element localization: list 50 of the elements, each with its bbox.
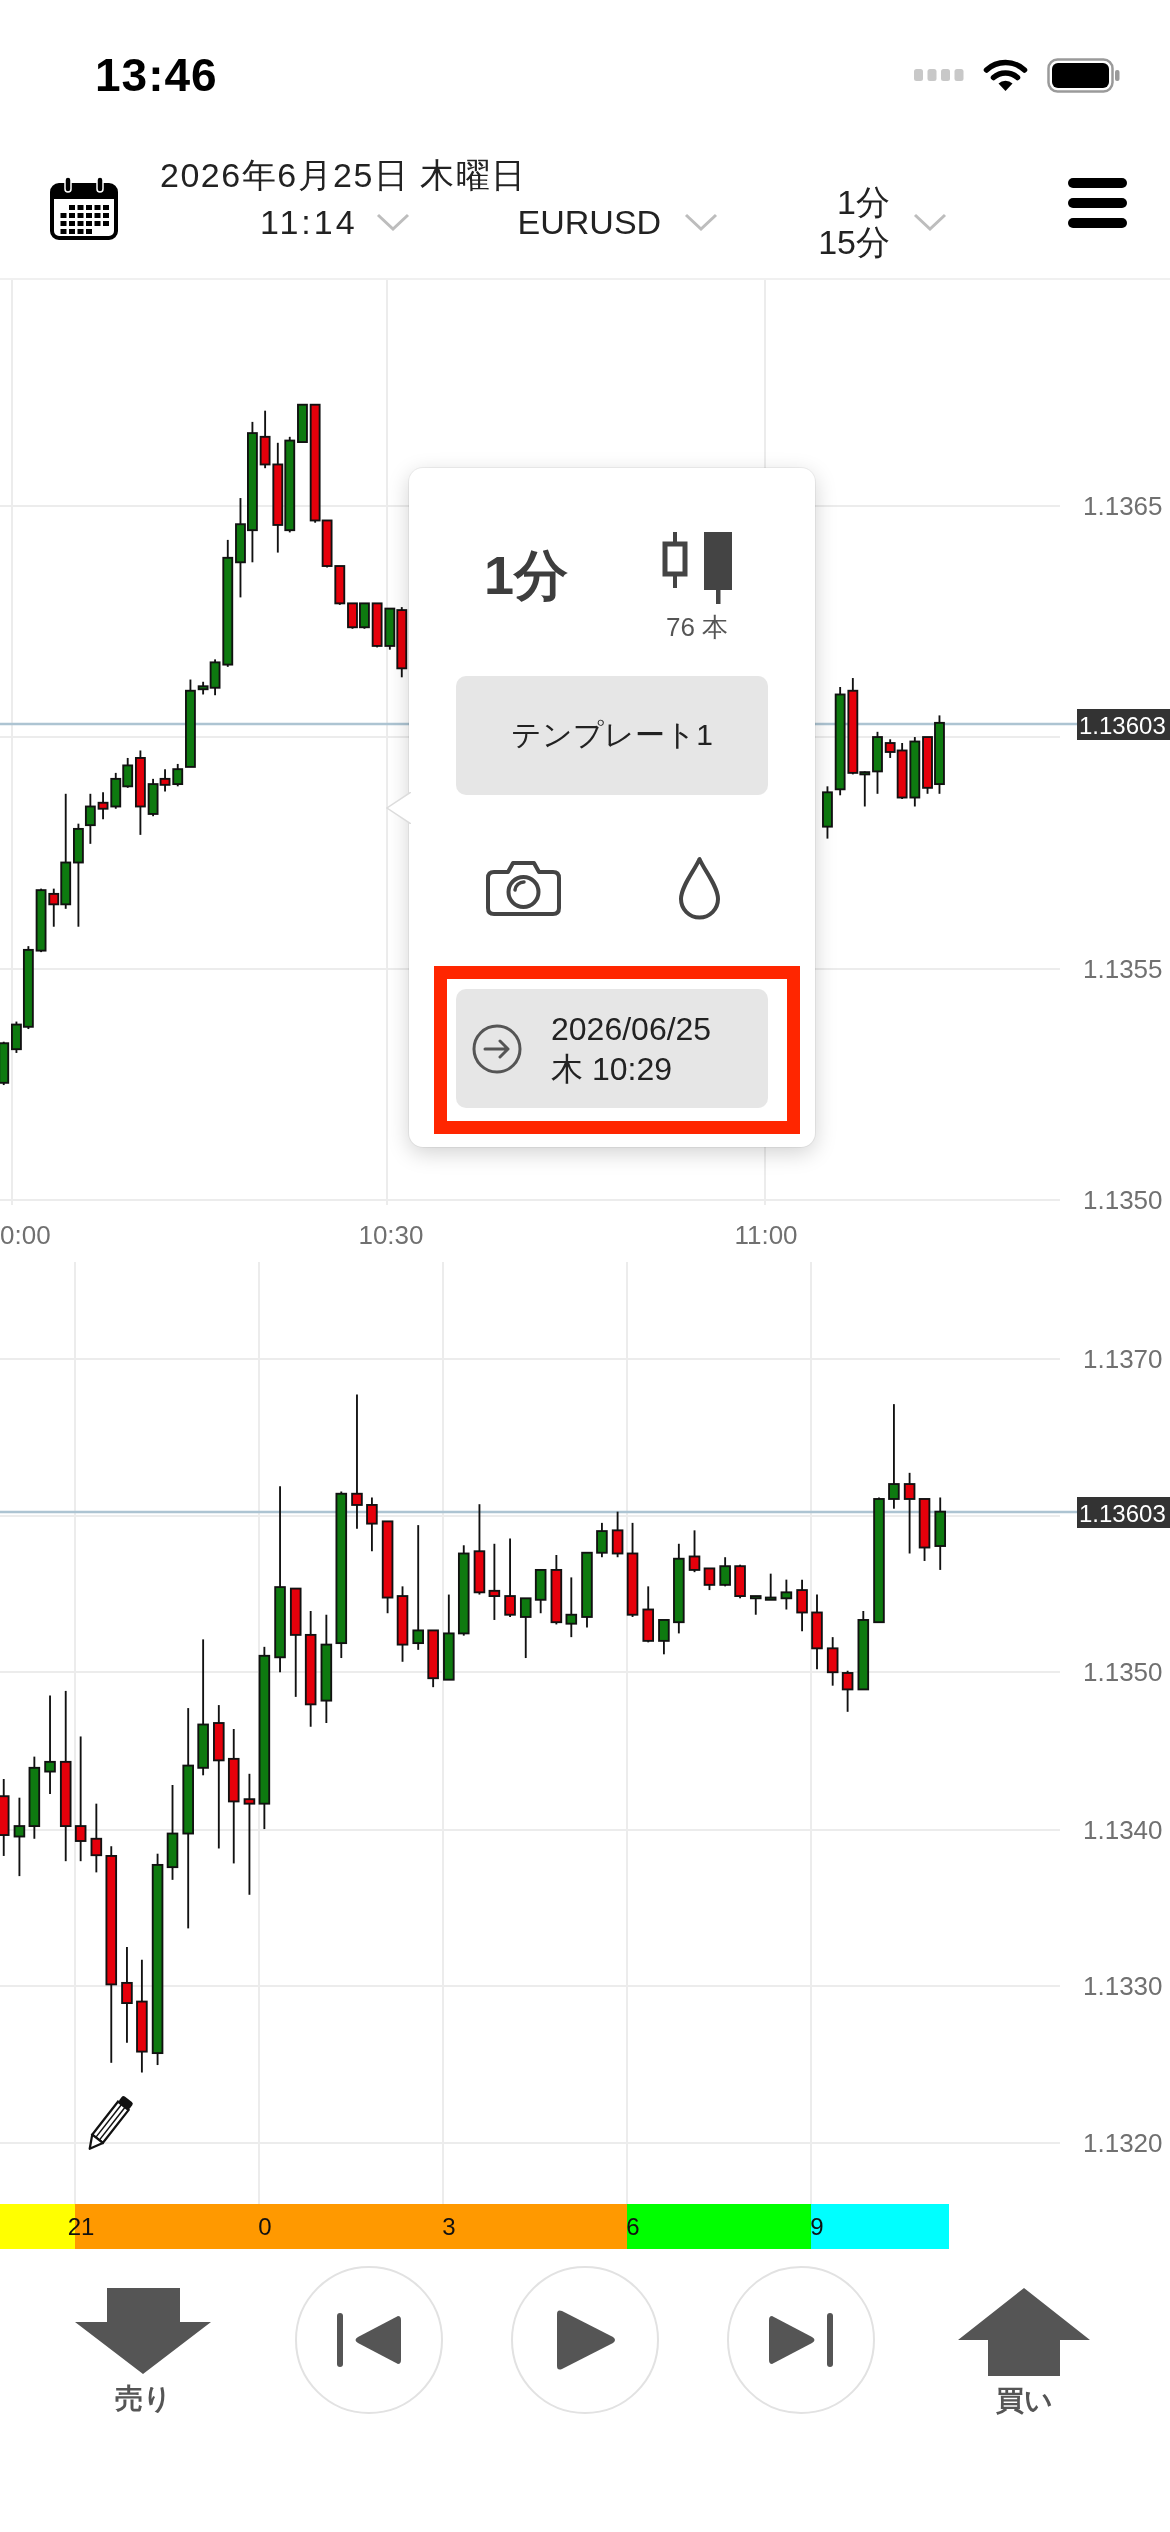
drop-icon[interactable] xyxy=(678,856,721,920)
time-label: 10:30 xyxy=(358,1220,424,1250)
candlestick xyxy=(0,1040,10,1086)
chevron-down-icon xyxy=(912,213,947,231)
bar-count-label: 76 本 xyxy=(665,614,729,640)
status-time: 13:46 xyxy=(95,48,218,102)
sell-button[interactable]: 売り xyxy=(75,2288,211,2414)
skip-forward-icon xyxy=(768,2312,834,2368)
hour-label: 3 xyxy=(442,2212,456,2242)
hour-label: 0 xyxy=(258,2212,272,2242)
buy-button[interactable]: 買い xyxy=(958,2288,1090,2416)
cellular-signal-icon xyxy=(914,69,964,81)
camera-icon[interactable] xyxy=(486,860,561,916)
down-arrow-icon xyxy=(75,2288,211,2374)
candlestick xyxy=(909,736,921,808)
price-label: 1.1365 xyxy=(1083,491,1163,521)
up-arrow-icon xyxy=(958,2288,1090,2376)
skip-back-icon xyxy=(336,2312,402,2368)
template-button[interactable]: テンプレート1 xyxy=(456,676,768,795)
candlestick-icon[interactable] xyxy=(662,530,732,604)
date-label: 2026年6月25日 木曜日 xyxy=(160,156,527,194)
chevron-down-icon xyxy=(375,213,410,231)
time-dropdown[interactable]: 11:14 xyxy=(260,202,410,242)
price-label: 1.1350 xyxy=(1083,1657,1163,1687)
timeframe-label: 1分 xyxy=(484,545,569,605)
price-label: 1.1370 xyxy=(1083,1344,1163,1374)
battery-icon xyxy=(1047,57,1120,93)
pencil-icon[interactable] xyxy=(88,2095,134,2150)
hour-label: 6 xyxy=(626,2212,640,2242)
arrow-circle-right-icon xyxy=(472,1023,522,1074)
current-price-label: 1.13603 xyxy=(1077,709,1170,740)
jump-to-date-button[interactable]: 2026/06/25 木 10:29 xyxy=(456,989,768,1108)
menu-icon[interactable] xyxy=(1068,178,1127,228)
wifi-icon xyxy=(983,58,1028,92)
time-label: 0:00 xyxy=(0,1220,51,1250)
price-label: 1.1350 xyxy=(1083,1185,1163,1215)
time-label: 11:00 xyxy=(734,1220,798,1250)
hour-label: 21 xyxy=(67,2212,95,2242)
current-price-label: 1.13603 xyxy=(1077,1497,1170,1528)
candlestick xyxy=(110,771,122,810)
hour-label: 9 xyxy=(810,2212,824,2242)
price-label: 1.1320 xyxy=(1083,2128,1163,2158)
timeframe-dropdown[interactable]: 1分 15分 xyxy=(818,182,947,262)
chevron-down-icon xyxy=(684,213,719,231)
candlestick xyxy=(922,736,933,795)
price-label: 1.1340 xyxy=(1083,1815,1163,1845)
calendar-icon[interactable] xyxy=(50,177,118,240)
price-label: 1.1355 xyxy=(1083,954,1163,984)
price-label: 1.1330 xyxy=(1083,1971,1163,2001)
symbol-dropdown[interactable]: EURUSD xyxy=(517,202,719,242)
